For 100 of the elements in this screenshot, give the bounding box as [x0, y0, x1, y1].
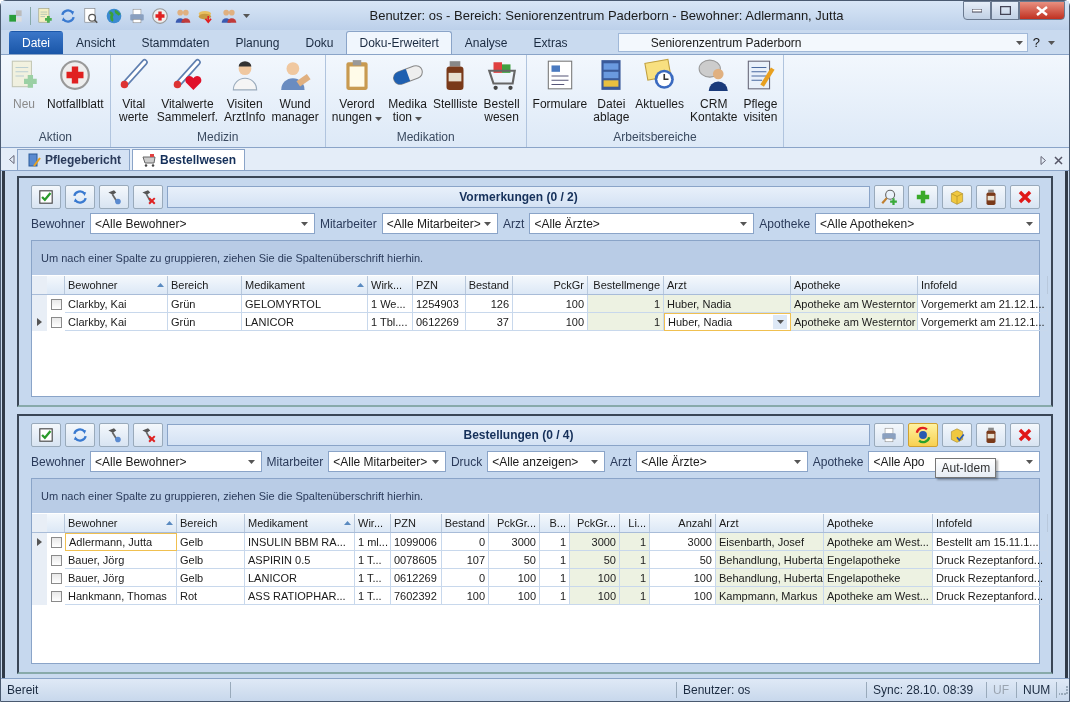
- column-header[interactable]: PckGr: [513, 276, 588, 294]
- close-icon[interactable]: [1054, 156, 1063, 165]
- row-checkbox[interactable]: [50, 590, 62, 602]
- filter-combo[interactable]: <Alle Apotheken>: [815, 213, 1040, 234]
- filter-label: Bewohner: [31, 454, 86, 469]
- toolbar-button[interactable]: [942, 423, 972, 447]
- toolbar-button[interactable]: [976, 423, 1006, 447]
- ribbon-button[interactable]: Datei ablage: [590, 58, 633, 130]
- tool-delete-icon: [139, 188, 157, 206]
- filter-combo[interactable]: <Alle Mitarbeiter>: [381, 213, 499, 234]
- column-header[interactable]: Infofeld: [918, 276, 1048, 294]
- filter-combo[interactable]: <Alle anzeigen>: [487, 451, 605, 472]
- document-tab[interactable]: Pflegebericht: [17, 149, 131, 170]
- column-header[interactable]: PckGr...: [489, 514, 540, 532]
- column-header[interactable]: Infofeld: [933, 514, 1048, 532]
- ribbon-tab[interactable]: Datei: [9, 31, 63, 54]
- maximize-button[interactable]: [991, 1, 1019, 20]
- first-aid-icon[interactable]: [151, 6, 169, 25]
- row-checkbox[interactable]: [50, 554, 62, 566]
- ribbon-button[interactable]: CRM Kontakte: [687, 58, 741, 130]
- checkbox-icon: [37, 426, 55, 444]
- ribbon-tab[interactable]: Analyse: [451, 31, 521, 54]
- column-header[interactable]: PZN: [413, 276, 466, 294]
- toolbar-button[interactable]: [976, 185, 1006, 209]
- row-checkbox[interactable]: [50, 316, 62, 328]
- toolbar-button[interactable]: [99, 423, 129, 447]
- row-checkbox[interactable]: [50, 572, 62, 584]
- resize-grip-icon[interactable]: [1057, 684, 1069, 696]
- ribbon-button[interactable]: Stellliste: [429, 58, 481, 130]
- close-button[interactable]: [1019, 1, 1065, 20]
- column-header[interactable]: Wir...: [355, 514, 391, 532]
- ribbon-button[interactable]: Formulare: [529, 58, 591, 130]
- column-header[interactable]: Bereich: [177, 514, 245, 532]
- printer-icon[interactable]: [128, 6, 146, 25]
- toolbar-button[interactable]: [1010, 185, 1040, 209]
- column-header[interactable]: PckGr...: [570, 514, 620, 532]
- ribbon-button[interactable]: Verord nungen: [328, 58, 386, 130]
- ribbon-button[interactable]: Vital werte: [113, 58, 154, 130]
- scroll-right-icon[interactable]: [1040, 156, 1046, 165]
- ribbon-button[interactable]: Visiten ArztInfo: [221, 58, 269, 130]
- globe-icon[interactable]: [105, 6, 123, 25]
- filter-combo[interactable]: <Alle Ärzte>: [529, 213, 755, 234]
- refresh-icon: [71, 188, 89, 206]
- scroll-left-icon[interactable]: [9, 154, 15, 164]
- toolbar-button[interactable]: [65, 185, 95, 209]
- column-header[interactable]: Anzahl: [650, 514, 716, 532]
- ribbon-tab[interactable]: Ansicht: [63, 31, 129, 54]
- ribbon-button[interactable]: Medika tion: [385, 58, 430, 130]
- ribbon-button[interactable]: Wund manager: [268, 58, 322, 130]
- filter-combo[interactable]: <Alle Bewohner>: [90, 213, 315, 234]
- row-header[interactable]: [32, 313, 47, 331]
- minimize-button[interactable]: [963, 1, 991, 20]
- row-header[interactable]: [32, 533, 47, 551]
- first-aid-icon: [58, 58, 93, 92]
- refresh-icon[interactable]: [59, 6, 77, 25]
- column-header[interactable]: Apotheke: [791, 276, 918, 294]
- ribbon-button[interactable]: Bestell wesen: [480, 58, 523, 130]
- column-header[interactable]: Wirk...: [368, 276, 413, 294]
- document-search-icon[interactable]: [82, 6, 100, 25]
- toolbar-button[interactable]: [1010, 423, 1040, 447]
- ribbon-button[interactable]: Pflege visiten: [740, 58, 781, 130]
- column-header[interactable]: B...: [540, 514, 570, 532]
- ribbon-tab[interactable]: Planung: [222, 31, 293, 54]
- column-header[interactable]: Arzt: [716, 514, 824, 532]
- filter-combo[interactable]: <Alle Mitarbeiter>: [328, 451, 446, 472]
- ribbon-button[interactable]: Notfallblatt: [44, 58, 107, 130]
- location-combo[interactable]: Seniorenzentrum Paderborn: [617, 33, 1028, 52]
- ribbon-button[interactable]: Vitalwerte Sammelerf.: [153, 58, 222, 130]
- help-button[interactable]: ?: [1032, 35, 1040, 50]
- filter-combo[interactable]: <Alle Ärzte>: [636, 451, 808, 472]
- column-header[interactable]: Bewohner: [65, 514, 177, 532]
- column-header[interactable]: Bereich: [168, 276, 242, 294]
- document-tab[interactable]: Bestellwesen: [132, 149, 246, 170]
- toolbar-button[interactable]: [99, 185, 129, 209]
- column-header[interactable]: Medikament: [245, 514, 355, 532]
- row-checkbox[interactable]: [50, 536, 62, 548]
- table-cell: 100: [489, 569, 540, 587]
- row-checkbox[interactable]: [50, 298, 62, 310]
- column-header[interactable]: Bestand: [466, 276, 513, 294]
- column-header[interactable]: Medikament: [242, 276, 368, 294]
- column-header[interactable]: Li...: [620, 514, 650, 532]
- ribbon-tab[interactable]: Doku: [292, 31, 347, 54]
- column-header[interactable]: Bestellmenge: [588, 276, 664, 294]
- ribbon-tab[interactable]: Doku-Erweitert: [346, 31, 452, 54]
- ribbon-tab[interactable]: Extras: [520, 31, 581, 54]
- column-header[interactable]: Bestand: [442, 514, 489, 532]
- toolbar-button[interactable]: [908, 423, 938, 447]
- filter-combo[interactable]: <Alle Bewohner>: [90, 451, 262, 472]
- ribbon-tab[interactable]: Stammdaten: [128, 31, 223, 54]
- toolbar-button[interactable]: [133, 185, 163, 209]
- column-header[interactable]: Bewohner: [65, 276, 168, 294]
- document-plus-icon[interactable]: [36, 6, 54, 25]
- column-header[interactable]: Arzt: [664, 276, 791, 294]
- toolbar-button[interactable]: [31, 423, 61, 447]
- column-header[interactable]: Apotheke: [824, 514, 933, 532]
- toolbar-button[interactable]: [31, 185, 61, 209]
- toolbar-button[interactable]: [133, 423, 163, 447]
- toolbar-button[interactable]: [65, 423, 95, 447]
- column-header[interactable]: PZN: [391, 514, 442, 532]
- ribbon-button[interactable]: Aktuelles: [632, 58, 688, 130]
